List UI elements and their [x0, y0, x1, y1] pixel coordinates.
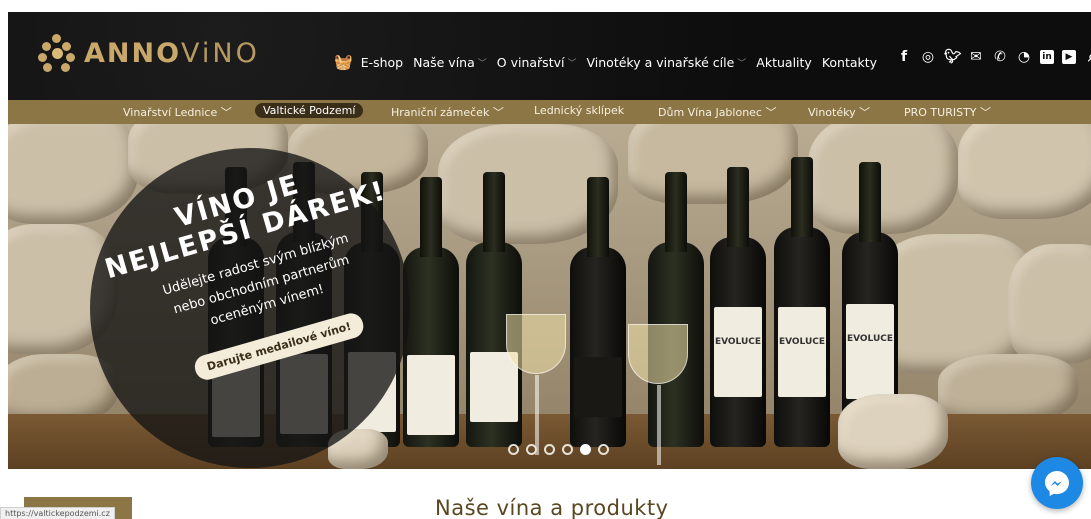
subnav-vinarstvi-lednice[interactable]: Vinařství Lednice ﹀ — [123, 104, 232, 120]
slider-dot-6[interactable] — [598, 444, 609, 455]
nav-o-vinarstvi[interactable]: O vinařství ﹀ — [497, 55, 577, 70]
stone-wall — [958, 124, 1091, 219]
bottle-label: EVOLUCE — [846, 334, 894, 344]
basket-icon[interactable]: 🧺 — [334, 53, 353, 71]
grape-logo-icon — [38, 34, 76, 72]
subnav-pro-turisty[interactable]: PRO TURISTY ﹀ — [904, 104, 991, 120]
chevron-down-icon: ﹀ — [567, 58, 577, 69]
site-header: ANNOViNO 🧺 E-shop Naše vína ﹀ O vinařství… — [8, 12, 1091, 100]
chevron-down-icon: ﹀ — [980, 106, 992, 119]
subnav-vinoteky[interactable]: Vinotéky ﹀ — [808, 104, 870, 120]
chevron-down-icon: ﹀ — [492, 106, 504, 119]
slider-dots — [508, 444, 609, 455]
wine-glass — [506, 314, 566, 455]
stone-wall — [1008, 244, 1091, 364]
wine-bottle: EVOLUCE — [774, 157, 830, 447]
instagram-icon[interactable]: ◎ — [920, 49, 936, 65]
bottle-label: EVOLUCE — [714, 337, 762, 347]
chevron-down-icon: ﹀ — [477, 58, 487, 69]
status-bar-url: https://valtickepodzemi.cz — [0, 507, 115, 519]
wine-bottle: EVOLUCE — [710, 167, 766, 447]
subnav-valticke-podzemi[interactable]: Valtické Podzemí — [255, 103, 364, 118]
twitter-icon[interactable]: 🐦︎ — [944, 49, 962, 65]
subnav-dum-vina-jablonec[interactable]: Dům Vína Jablonec ﹀ — [658, 104, 776, 120]
page: ANNOViNO 🧺 E-shop Naše vína ﹀ O vinařství… — [0, 0, 1091, 519]
chevron-down-icon: ﹀ — [765, 106, 777, 119]
site-logo[interactable]: ANNOViNO — [38, 34, 260, 72]
hero-slider: EVOLUCE EVOLUCE EVOLUCE VÍNO JE NEJLEPŠÍ… — [8, 124, 1091, 469]
nav-nase-vina[interactable]: Naše vína ﹀ — [413, 55, 487, 70]
section-title: Naše vína a produkty — [435, 496, 669, 519]
chevron-down-icon: ﹀ — [737, 58, 747, 69]
nav-aktuality[interactable]: Aktuality — [756, 55, 812, 70]
chevron-down-icon: ﹀ — [859, 106, 871, 119]
mail-icon[interactable]: ✉ — [968, 49, 984, 65]
secondary-navigation: Vinařství Lednice ﹀ Valtické Podzemí Hra… — [8, 100, 1091, 124]
youtube-icon[interactable]: ▶ — [1062, 50, 1076, 64]
facebook-icon[interactable]: f — [896, 49, 912, 65]
nav-eshop[interactable]: E-shop — [361, 55, 403, 70]
subnav-lednicky-sklipek[interactable]: Lednický sklípek — [534, 104, 624, 117]
slider-dot-2[interactable] — [526, 444, 537, 455]
stone — [838, 394, 948, 469]
rss-icon[interactable]: ◔ — [1016, 49, 1032, 65]
stone-wall — [628, 124, 798, 204]
messenger-chat-button[interactable] — [1031, 457, 1083, 509]
nav-kontakty[interactable]: Kontakty — [822, 55, 877, 70]
wine-glass — [628, 324, 688, 465]
stone-wall — [808, 124, 958, 234]
phone-icon[interactable]: ✆ — [992, 49, 1008, 65]
chevron-down-icon: ﹀ — [220, 106, 232, 119]
search-icon[interactable]: ⌕ — [1084, 49, 1091, 65]
social-links: f ◎ 🐦︎ ✉ ✆ ◔ in ▶ ⌕ — [896, 49, 1091, 65]
subnav-hranicni-zamecek[interactable]: Hraniční zámeček ﹀ — [391, 104, 504, 120]
slider-dot-5[interactable] — [580, 444, 591, 455]
slider-dot-3[interactable] — [544, 444, 555, 455]
slider-dot-1[interactable] — [508, 444, 519, 455]
main-navigation: 🧺 E-shop Naše vína ﹀ O vinařství ﹀ Vinoték… — [334, 50, 887, 74]
slider-dot-4[interactable] — [562, 444, 573, 455]
nav-vinoteky[interactable]: Vinotéky a vinařské cíle ﹀ — [587, 55, 747, 70]
messenger-icon — [1045, 471, 1069, 496]
bottle-label: EVOLUCE — [778, 337, 826, 347]
logo-text: ANNOViNO — [84, 37, 260, 69]
linkedin-icon[interactable]: in — [1040, 50, 1054, 64]
stone-wall — [8, 124, 138, 224]
wine-bottle — [570, 177, 626, 447]
